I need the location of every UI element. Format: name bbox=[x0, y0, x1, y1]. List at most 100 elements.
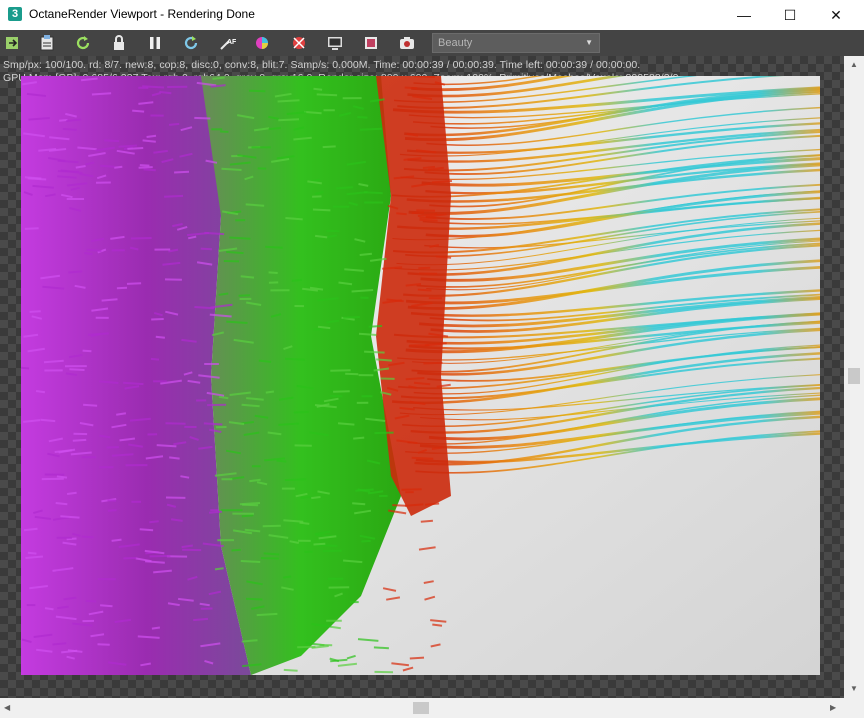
fur-stroke bbox=[143, 168, 156, 172]
fur-stroke bbox=[422, 165, 436, 169]
horizontal-scrollbar[interactable]: ◀ ▶ bbox=[0, 698, 844, 718]
fur-stroke bbox=[313, 542, 326, 546]
fur-stroke bbox=[100, 164, 115, 168]
monitor-icon[interactable] bbox=[326, 34, 344, 52]
fur-stroke bbox=[146, 134, 157, 138]
fur-stroke bbox=[21, 366, 30, 370]
fur-stroke bbox=[139, 164, 150, 167]
fur-stroke bbox=[164, 194, 184, 198]
fur-stroke bbox=[209, 510, 222, 514]
lock-icon[interactable] bbox=[110, 34, 128, 52]
fur-stroke bbox=[91, 92, 112, 96]
fur-stroke bbox=[276, 459, 287, 463]
fur-stroke bbox=[326, 229, 340, 233]
fur-stroke bbox=[405, 377, 425, 381]
fur-stroke bbox=[278, 118, 300, 122]
fur-stroke bbox=[116, 286, 128, 290]
fur-stroke bbox=[285, 217, 303, 221]
color-picker-icon[interactable] bbox=[253, 34, 271, 52]
fur-stroke bbox=[299, 521, 310, 525]
fur-stroke bbox=[55, 502, 68, 506]
fur-stroke bbox=[114, 165, 123, 169]
fur-stroke bbox=[312, 208, 331, 212]
scroll-up-icon[interactable]: ▲ bbox=[850, 60, 858, 69]
fur-stroke bbox=[311, 496, 321, 500]
fur-stroke bbox=[416, 209, 436, 212]
fur-stroke bbox=[316, 93, 338, 97]
fur-stroke bbox=[60, 515, 80, 519]
close-button[interactable]: ✕ bbox=[813, 0, 859, 30]
send-scene-icon[interactable] bbox=[4, 34, 22, 52]
fur-stroke bbox=[353, 436, 365, 440]
fur-stroke bbox=[322, 145, 336, 149]
fur-stroke bbox=[149, 554, 171, 558]
fur-stroke bbox=[44, 607, 54, 611]
render-pass-dropdown[interactable]: Beauty ▼ bbox=[432, 33, 600, 53]
fur-stroke bbox=[100, 604, 113, 608]
restart-render-icon[interactable] bbox=[74, 34, 92, 52]
minimize-button[interactable]: — bbox=[721, 0, 767, 30]
fur-stroke bbox=[396, 212, 407, 216]
fur-stroke bbox=[139, 528, 154, 532]
fur-stroke bbox=[226, 250, 244, 255]
fur-stroke bbox=[317, 325, 331, 330]
fur-stroke bbox=[200, 247, 212, 251]
fur-stroke bbox=[293, 411, 309, 414]
fur-stroke bbox=[343, 316, 360, 319]
render-pass-selected: Beauty bbox=[438, 37, 473, 49]
fur-stroke bbox=[104, 139, 120, 143]
render-passes-icon[interactable] bbox=[362, 34, 380, 52]
fur-stroke bbox=[149, 520, 159, 524]
scroll-down-icon[interactable]: ▼ bbox=[850, 684, 858, 693]
fur-stroke bbox=[411, 211, 425, 215]
fur-stroke bbox=[238, 294, 251, 297]
fur-stroke bbox=[374, 431, 394, 435]
region-render-icon[interactable] bbox=[290, 34, 308, 52]
fur-stroke bbox=[214, 567, 224, 571]
fur-stroke bbox=[265, 245, 283, 249]
fur-stroke bbox=[68, 270, 83, 274]
fur-stroke bbox=[404, 86, 418, 90]
pick-focus-icon[interactable]: AF bbox=[218, 34, 236, 52]
fur-stroke bbox=[423, 361, 443, 365]
fur-stroke bbox=[85, 599, 97, 603]
fur-stroke bbox=[240, 275, 255, 279]
fur-stroke bbox=[231, 548, 241, 552]
clipboard-icon[interactable] bbox=[38, 34, 56, 52]
fur-stroke bbox=[229, 236, 251, 240]
fur-stroke bbox=[142, 139, 156, 143]
fur-stroke bbox=[245, 597, 263, 601]
fur-stroke bbox=[413, 76, 435, 78]
fur-stroke bbox=[331, 625, 341, 630]
horizontal-scroll-thumb[interactable] bbox=[413, 702, 429, 714]
fur-stroke bbox=[420, 519, 433, 523]
fur-stroke bbox=[27, 551, 37, 555]
fur-stroke bbox=[277, 99, 300, 103]
fur-stroke bbox=[221, 167, 242, 171]
vertical-scroll-thumb[interactable] bbox=[848, 368, 860, 384]
vertical-scrollbar[interactable]: ▲ ▼ bbox=[844, 56, 864, 698]
title-bar: 3 OctaneRender Viewport - Rendering Done… bbox=[0, 0, 864, 30]
fur-stroke bbox=[303, 110, 322, 115]
octane-app-icon: 3 bbox=[8, 7, 22, 21]
fur-stroke bbox=[431, 180, 452, 184]
maximize-button[interactable]: ☐ bbox=[767, 0, 813, 30]
fur-stroke bbox=[411, 456, 434, 460]
fur-stroke bbox=[72, 438, 87, 442]
scroll-left-icon[interactable]: ◀ bbox=[4, 703, 10, 712]
fur-stroke bbox=[258, 359, 272, 363]
fur-stroke bbox=[419, 218, 438, 222]
camera-icon[interactable] bbox=[398, 34, 416, 52]
pause-icon[interactable] bbox=[146, 34, 164, 52]
fur-stroke bbox=[151, 626, 161, 630]
fur-stroke bbox=[409, 656, 425, 660]
update-icon[interactable] bbox=[182, 34, 200, 52]
fur-stroke bbox=[87, 332, 109, 336]
fur-stroke bbox=[265, 390, 275, 394]
fur-stroke bbox=[352, 502, 366, 506]
fur-stroke bbox=[155, 335, 166, 339]
scroll-right-icon[interactable]: ▶ bbox=[830, 703, 836, 712]
fur-stroke bbox=[263, 552, 280, 556]
fur-stroke bbox=[322, 549, 342, 553]
fur-stroke bbox=[256, 612, 278, 617]
